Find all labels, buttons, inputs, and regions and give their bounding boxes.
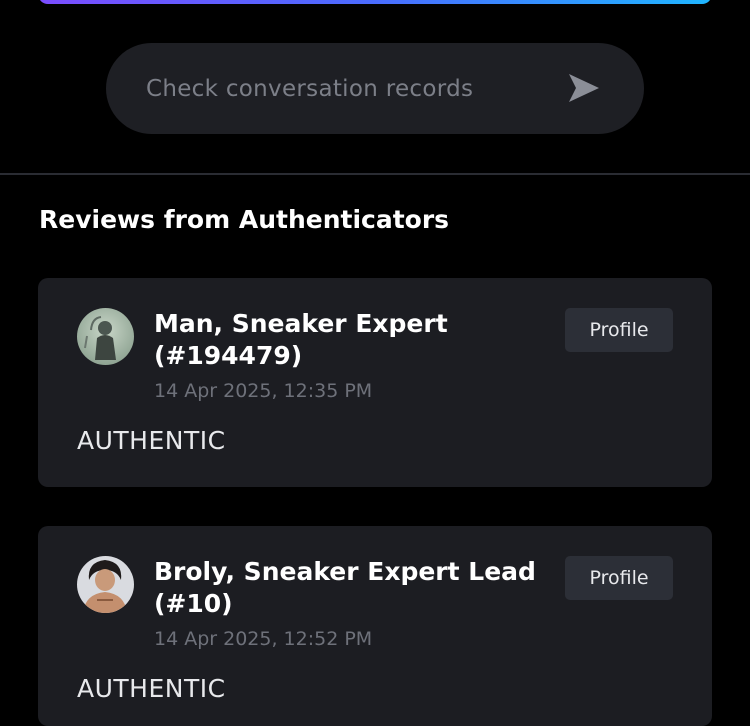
avatar xyxy=(77,556,134,613)
top-accent-bar xyxy=(38,0,712,4)
review-verdict: AUTHENTIC xyxy=(77,674,226,703)
avatar xyxy=(77,308,134,365)
review-card: Broly, Sneaker Expert Lead (#10) 14 Apr … xyxy=(38,526,712,726)
section-divider xyxy=(0,173,750,175)
reviewer-name: Broly, Sneaker Expert Lead (#10) xyxy=(154,557,536,618)
send-icon xyxy=(569,74,599,102)
reviews-section-title: Reviews from Authenticators xyxy=(39,205,450,234)
review-card: Man, Sneaker Expert (#194479) 14 Apr 202… xyxy=(38,278,712,487)
profile-button[interactable]: Profile xyxy=(565,308,673,352)
review-timestamp: 14 Apr 2025, 12:35 PM xyxy=(154,380,373,402)
check-conversation-records-button[interactable]: Check conversation records xyxy=(106,43,644,134)
reviewer-name: Man, Sneaker Expert (#194479) xyxy=(154,309,448,370)
review-timestamp: 14 Apr 2025, 12:52 PM xyxy=(154,628,373,650)
review-verdict: AUTHENTIC xyxy=(77,426,226,455)
conversation-records-label: Check conversation records xyxy=(146,75,474,102)
profile-button[interactable]: Profile xyxy=(565,556,673,600)
